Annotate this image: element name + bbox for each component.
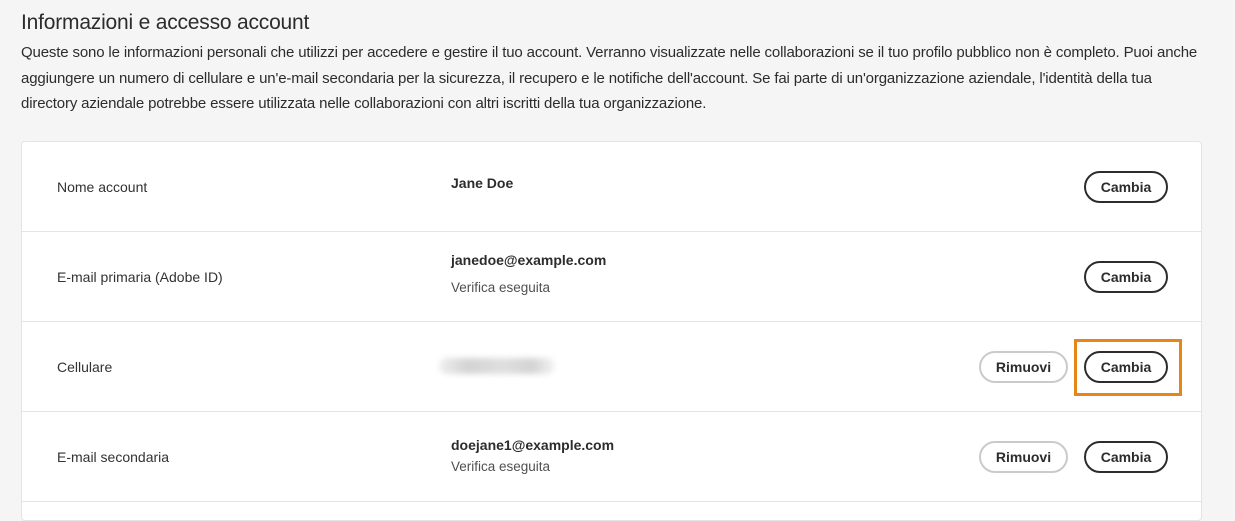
- row-secondary-email: E-mail secondaria doejane1@example.com V…: [22, 412, 1201, 502]
- row-account-name: Nome account Jane Doe Cambia: [22, 142, 1201, 232]
- mobile-number-redacted: [439, 358, 555, 374]
- remove-mobile-button[interactable]: Rimuovi: [979, 351, 1068, 383]
- remove-secondary-email-button[interactable]: Rimuovi: [979, 441, 1068, 473]
- account-name-value: Jane Doe: [451, 175, 514, 191]
- primary-email-value: janedoe@example.com: [451, 252, 607, 268]
- account-name-label: Nome account: [57, 178, 148, 195]
- change-mobile-button[interactable]: Cambia: [1084, 351, 1168, 383]
- mobile-label: Cellulare: [57, 358, 113, 375]
- row-primary-email: E-mail primaria (Adobe ID) janedoe@examp…: [22, 232, 1201, 322]
- primary-email-status: Verifica eseguita: [451, 280, 551, 295]
- row-mobile: Cellulare Rimuovi Cambia: [22, 322, 1201, 412]
- secondary-email-status: Verifica eseguita: [451, 459, 551, 474]
- primary-email-label: E-mail primaria (Adobe ID): [57, 268, 223, 285]
- change-secondary-email-button[interactable]: Cambia: [1084, 441, 1168, 473]
- account-info-card: Nome account Jane Doe Cambia E-mail prim…: [21, 141, 1202, 521]
- secondary-email-value: doejane1@example.com: [451, 437, 615, 453]
- section-description: Queste sono le informazioni personali ch…: [21, 44, 1198, 112]
- secondary-email-label: E-mail secondaria: [57, 448, 170, 465]
- change-account-name-button[interactable]: Cambia: [1084, 171, 1168, 203]
- section-title: Informazioni e accesso account: [21, 11, 310, 34]
- change-primary-email-button[interactable]: Cambia: [1084, 261, 1168, 293]
